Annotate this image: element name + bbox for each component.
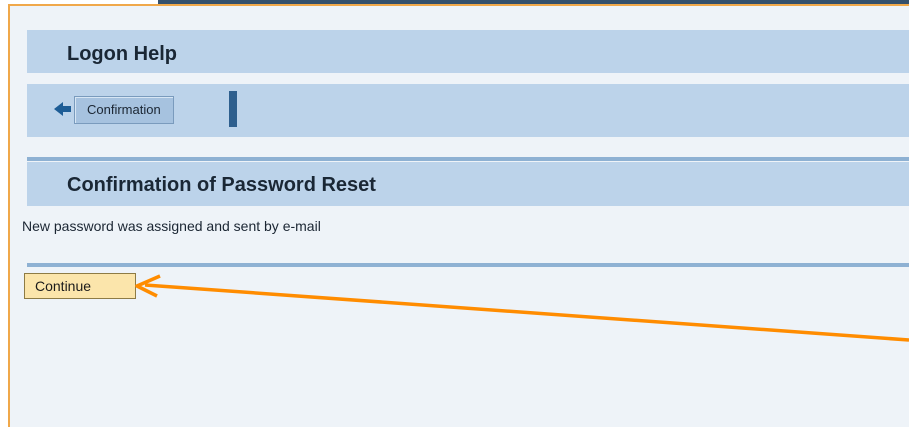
- confirmation-message: New password was assigned and sent by e-…: [22, 218, 321, 234]
- action-divider: [27, 263, 909, 267]
- breadcrumb-item-confirmation[interactable]: Confirmation: [74, 96, 174, 124]
- confirmation-section-header: Confirmation of Password Reset: [27, 162, 909, 206]
- page-title: Logon Help: [67, 43, 177, 65]
- back-arrow-icon-svg: [54, 102, 71, 116]
- screenshot-stage: Logon Help Confirmation Confirmation of …: [0, 0, 909, 427]
- section-divider: [27, 157, 909, 161]
- continue-button[interactable]: Continue: [24, 273, 136, 299]
- back-arrow-icon[interactable]: [54, 101, 74, 117]
- breadcrumb-end-marker: [229, 91, 237, 127]
- section-title: Confirmation of Password Reset: [67, 174, 376, 196]
- logon-help-header: Logon Help: [27, 30, 909, 73]
